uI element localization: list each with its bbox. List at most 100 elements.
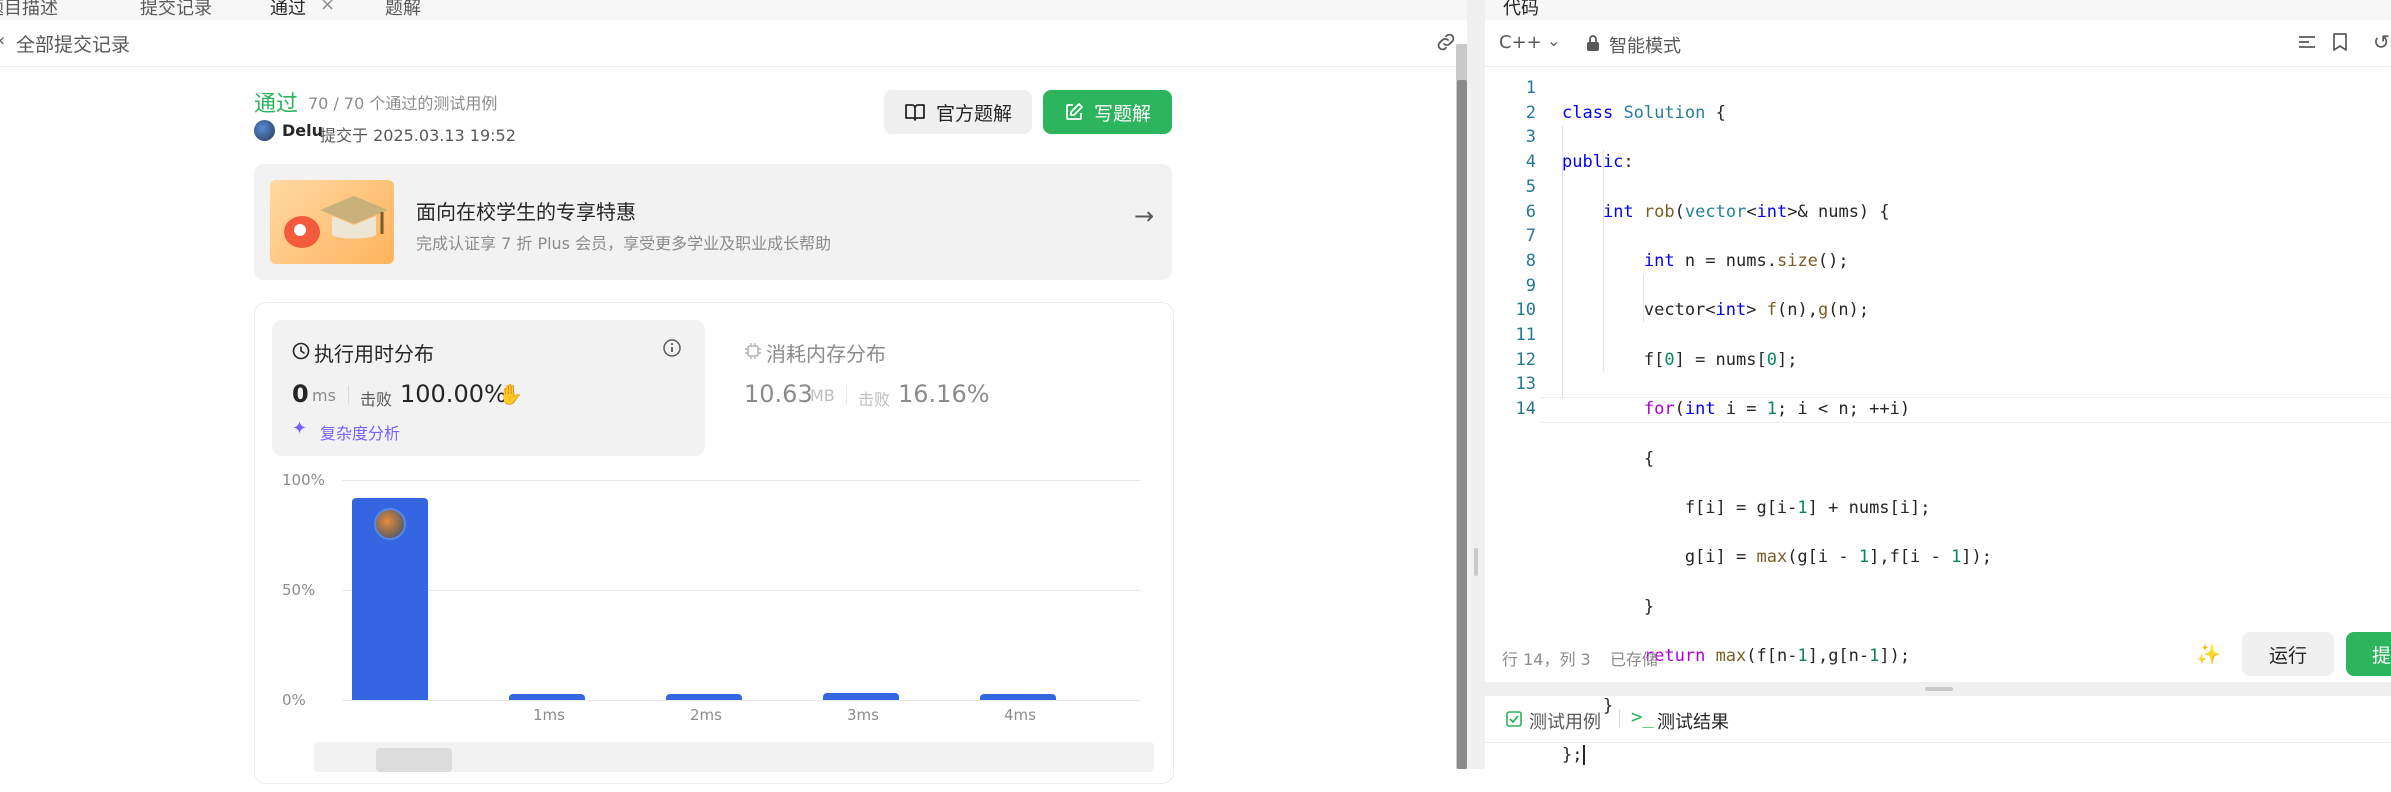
editor-toolbar: C++ ⌄ 智能模式 ↺ [1485, 20, 2391, 67]
divider [846, 386, 847, 404]
terminal-icon: >_ [1631, 706, 1654, 728]
promo-title: 面向在校学生的专享特惠 [416, 200, 636, 224]
sparkle-icon: ✦ [292, 418, 308, 439]
divider [348, 386, 349, 404]
info-icon[interactable] [662, 338, 682, 358]
code-line-11: } [1562, 596, 1655, 617]
problem-tab-bar: 题目描述 提交记录 通过 × 题解 [0, 0, 1467, 20]
tab-submissions[interactable]: 提交记录 [140, 0, 212, 20]
submit-button[interactable]: 提 [2346, 632, 2391, 676]
tab-divider [1619, 710, 1620, 728]
chart-range-slider[interactable] [314, 742, 1154, 772]
submit-time: 提交于 2025.03.13 19:52 [320, 126, 516, 145]
bookmark-icon[interactable] [2331, 32, 2349, 52]
reset-icon[interactable]: ↺ [2373, 30, 2390, 54]
y-tick-label: 0% [282, 691, 306, 709]
official-solution-button[interactable]: 官方题解 [884, 90, 1032, 134]
smart-mode-label[interactable]: 智能模式 [1609, 32, 1681, 58]
scrollbar-thumb[interactable] [1457, 80, 1467, 769]
runtime-unit: ms [312, 386, 336, 405]
code-line-3: int rob(vector<int>& nums) { [1602, 201, 1890, 222]
memory-unit: MB [810, 386, 835, 405]
chip-icon [745, 343, 761, 359]
book-icon [905, 104, 925, 121]
chart-gridline [342, 700, 1140, 701]
format-icon[interactable] [2297, 34, 2317, 52]
code-line-10: g[i] = max(g[i - 1],f[i - 1]); [1562, 547, 1992, 568]
promo-subtitle: 完成认证享 7 折 Plus 会员，享受更多学业及职业成长帮助 [416, 234, 832, 253]
memory-beat-label: 击败 [858, 390, 891, 409]
cursor-position: 行 14，列 3 [1502, 650, 1591, 669]
runtime-title: 执行用时分布 [314, 342, 434, 366]
graduation-cap-icon [270, 180, 394, 264]
chart-gridline [342, 480, 1140, 481]
write-solution-button[interactable]: 写题解 [1043, 90, 1172, 134]
runtime-beat-pct: 100.00% [400, 380, 507, 408]
x-tick-label: 2ms [690, 706, 722, 724]
chart-bar[interactable] [980, 694, 1056, 700]
status-accepted: 通过 [254, 92, 299, 117]
write-solution-label: 写题解 [1093, 102, 1151, 125]
memory-beat-pct: 16.16% [898, 380, 990, 408]
slider-handle[interactable] [376, 748, 452, 772]
checkbox-icon [1506, 711, 1522, 727]
user-avatar-marker [374, 507, 406, 540]
chart-gridline [342, 590, 1140, 591]
memory-title: 消耗内存分布 [766, 342, 886, 366]
chart-bar[interactable] [666, 694, 742, 700]
run-button[interactable]: 运行 [2242, 632, 2334, 676]
test-panel-tabs: 测试用例 >_ 测试结果 [1485, 696, 2391, 743]
editor-tab-bar: 代码 [1485, 0, 2391, 20]
code-line-14: }; [1562, 743, 1992, 768]
test-cases-count: 70 / 70 个通过的测试用例 [308, 94, 498, 113]
x-tick-label: 4ms [1004, 706, 1036, 724]
line-numbers: 1 2 3 4 5 6 7 8 9 10 11 12 13 14 [1515, 78, 1536, 420]
link-icon[interactable] [1434, 30, 1458, 54]
tab-accepted[interactable]: 通过 [270, 0, 306, 20]
saved-status: 已存储 [1610, 650, 1659, 669]
tab-solutions[interactable]: 题解 [385, 0, 421, 20]
clap-hands-icon: ✋ [498, 382, 523, 406]
all-submissions-link[interactable]: 全部提交记录 [16, 30, 130, 57]
runtime-value: 0 [292, 380, 309, 408]
x-tick-label: 1ms [533, 706, 565, 724]
edit-icon [1066, 103, 1083, 120]
tab-test-cases[interactable]: 测试用例 [1529, 708, 1601, 734]
memory-panel[interactable]: 消耗内存分布 10.63 MB 击败 16.16% [724, 320, 1157, 456]
official-solution-label: 官方题解 [935, 102, 1012, 125]
y-tick-label: 50% [282, 581, 316, 599]
back-arrow-icon[interactable]: ‹ [0, 30, 5, 51]
assistant-icon[interactable]: ✨ [2196, 642, 2221, 666]
tab-test-results[interactable]: 测试结果 [1657, 708, 1729, 734]
runtime-distribution-chart: 100% 50% 0% 1ms 2ms 3ms 4ms [272, 470, 1152, 730]
avatar [254, 120, 275, 141]
code-line-6: f[0] = nums[0]; [1562, 349, 1798, 370]
language-select[interactable]: C++ [1499, 32, 1542, 53]
code-line-7: for(int i = 1; i < n; ++i) [1643, 399, 1911, 420]
code-line-4: int n = nums.size(); [1643, 250, 1849, 271]
chart-bar[interactable] [509, 694, 585, 700]
username[interactable]: Delu [282, 121, 323, 140]
code-line-5: vector<int> f(n),g(n); [1562, 300, 1870, 321]
chart-bar[interactable] [823, 693, 899, 700]
close-tab-icon[interactable]: × [320, 0, 335, 15]
complexity-analysis-link[interactable]: 复杂度分析 [320, 420, 400, 444]
code-line-9: f[i] = g[i-1] + nums[i]; [1562, 497, 1931, 518]
x-tick-label: 3ms [847, 706, 879, 724]
arrow-right-icon: → [1134, 202, 1155, 230]
chevron-down-icon[interactable]: ⌄ [1547, 31, 1560, 50]
code-line-2: public: [1562, 152, 1634, 173]
runtime-panel[interactable]: 执行用时分布 0 ms 击败 100.00% ✋ ✦ 复杂度分析 [272, 320, 705, 456]
y-tick-label: 100% [282, 471, 325, 489]
code-line-1: class Solution { [1562, 102, 1726, 123]
code-line-8: { [1562, 448, 1655, 469]
runtime-beat-label: 击败 [360, 390, 393, 409]
run-label: 运行 [2268, 644, 2307, 667]
student-promo-card[interactable]: 面向在校学生的专享特惠 完成认证享 7 折 Plus 会员，享受更多学业及职业成… [254, 164, 1172, 280]
panel-resize-handle-h[interactable] [1485, 682, 2391, 696]
tab-description[interactable]: 题目描述 [0, 0, 58, 20]
panel-resize-handle[interactable] [1467, 0, 1485, 769]
clock-icon [292, 342, 310, 360]
tab-code[interactable]: 代码 [1503, 0, 1539, 20]
memory-value: 10.63 [744, 380, 813, 408]
